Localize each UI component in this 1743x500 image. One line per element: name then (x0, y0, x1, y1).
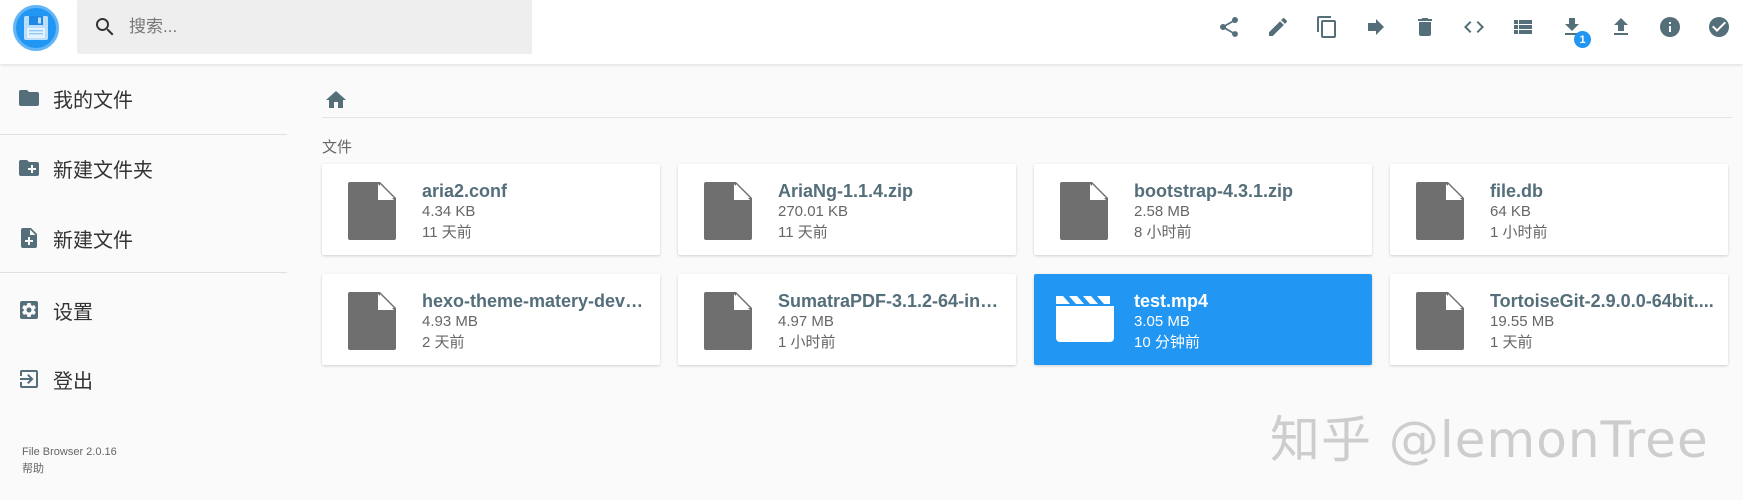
share-button[interactable] (1204, 0, 1253, 54)
file-size: 270.01 KB (778, 203, 849, 220)
settings-icon (17, 298, 41, 322)
file-name: test.mp4 (1134, 291, 1209, 311)
file-name: file.db (1490, 181, 1543, 201)
file-name: bootstrap-4.3.1.zip (1134, 181, 1294, 201)
file-item[interactable]: file.db 64 KB 1 小时前 (1390, 164, 1728, 255)
toolbar-actions: 1 (1204, 0, 1743, 54)
sidebar-divider (0, 134, 287, 135)
file-icon (342, 180, 404, 242)
delete-icon (1417, 18, 1432, 36)
copy-button[interactable] (1302, 0, 1351, 54)
download-button[interactable]: 1 (1547, 0, 1596, 54)
file-item[interactable]: test.mp4 3.05 MB 10 分钟前 (1034, 274, 1372, 365)
floppy-disk-icon (24, 16, 48, 40)
upload-button[interactable] (1596, 0, 1645, 54)
file-item[interactable]: TortoiseGit-2.9.0.0-64bit.... 19.55 MB 1 天… (1390, 274, 1728, 365)
file-modified-time: 1 小时前 (1490, 224, 1548, 241)
file-size: 4.93 MB (422, 313, 478, 330)
watermark-text: 知乎 @lemonTree (1270, 411, 1709, 469)
file-icon (698, 180, 760, 242)
version-text: File Browser 2.0.16 (22, 446, 117, 458)
delete-button[interactable] (1400, 0, 1449, 54)
file-modified-time: 11 天前 (422, 224, 472, 241)
view-mode-button[interactable] (1498, 0, 1547, 54)
info-icon (1659, 17, 1680, 37)
share-icon (1219, 17, 1238, 37)
file-icon (342, 290, 404, 352)
file-size: 2.58 MB (1134, 203, 1190, 220)
file-name: SumatraPDF-3.1.2-64-inst... (778, 291, 1008, 311)
move-icon (1367, 19, 1384, 35)
search-bar[interactable] (77, 0, 532, 54)
note-add-icon (17, 226, 41, 250)
file-size: 4.34 KB (422, 203, 476, 220)
file-modified-time: 10 分钟前 (1134, 334, 1200, 351)
file-browser-logo[interactable] (13, 5, 59, 51)
sidebar-item-logout[interactable]: 登出 (0, 349, 287, 409)
file-item[interactable]: aria2.conf 4.34 KB 11 天前 (322, 164, 660, 255)
file-modified-time: 1 小时前 (778, 334, 836, 351)
file-size: 3.05 MB (1134, 313, 1190, 330)
file-icon (1054, 180, 1116, 242)
move-button[interactable] (1351, 0, 1400, 54)
sidebar: 我的文件 新建文件夹 新建文件 设置 登出 File Browser 2.0.1… (0, 64, 287, 500)
file-size: 64 KB (1490, 203, 1531, 220)
files-section-title: 文件 (322, 139, 353, 156)
view-list-icon (1513, 20, 1532, 34)
file-icon (698, 290, 760, 352)
edit-icon (1268, 17, 1287, 36)
rename-button[interactable] (1253, 0, 1302, 54)
file-modified-time: 2 天前 (422, 334, 465, 351)
file-icon (1410, 180, 1472, 242)
sidebar-item-new-file[interactable]: 新建文件 (0, 208, 287, 268)
file-item[interactable]: SumatraPDF-3.1.2-64-inst... 4.97 MB 1 小时前 (678, 274, 1016, 365)
sidebar-item-new-folder[interactable]: 新建文件夹 (0, 138, 287, 198)
file-modified-time: 1 天前 (1490, 334, 1533, 351)
folder-icon (17, 86, 41, 110)
copy-icon (1316, 16, 1336, 38)
logout-icon (17, 367, 41, 391)
file-name: aria2.conf (422, 181, 508, 201)
file-size: 4.97 MB (778, 313, 834, 330)
file-name: AriaNg-1.1.4.zip (778, 181, 914, 201)
sidebar-item-label: 登出 (53, 370, 93, 393)
file-item[interactable]: bootstrap-4.3.1.zip 2.58 MB 8 小时前 (1034, 164, 1372, 255)
code-icon (1463, 21, 1484, 33)
sidebar-divider (0, 272, 287, 273)
search-icon (96, 18, 114, 36)
download-count-badge: 1 (1574, 31, 1591, 48)
check-circle-icon (1708, 17, 1729, 37)
sidebar-item-label: 我的文件 (53, 89, 133, 112)
video-file-icon (1054, 290, 1116, 352)
help-link[interactable]: 帮助 (22, 460, 44, 476)
file-modified-time: 11 天前 (778, 224, 828, 241)
file-item[interactable]: hexo-theme-matery-devel... 4.93 MB 2 天前 (322, 274, 660, 365)
home-icon[interactable] (324, 88, 348, 112)
top-bar: 1 (0, 0, 1743, 64)
toggle-code-button[interactable] (1449, 0, 1498, 54)
file-icon (1410, 290, 1472, 352)
sidebar-item-label: 新建文件夹 (53, 159, 153, 182)
breadcrumb (322, 76, 1732, 118)
info-button[interactable] (1645, 0, 1694, 54)
file-name: hexo-theme-matery-devel... (422, 291, 652, 311)
create-folder-icon (17, 156, 41, 180)
select-multiple-button[interactable] (1694, 0, 1743, 54)
sidebar-item-label: 设置 (53, 301, 93, 324)
file-size: 19.55 MB (1490, 313, 1555, 330)
sidebar-item-settings[interactable]: 设置 (0, 280, 287, 340)
file-item[interactable]: AriaNg-1.1.4.zip 270.01 KB 11 天前 (678, 164, 1016, 255)
sidebar-item-label: 新建文件 (53, 229, 133, 252)
sidebar-item-my-files[interactable]: 我的文件 (0, 68, 287, 128)
search-input[interactable] (129, 17, 509, 37)
file-name: TortoiseGit-2.9.0.0-64bit.... (1490, 291, 1714, 311)
file-modified-time: 8 小时前 (1134, 224, 1192, 241)
upload-icon (1613, 18, 1628, 35)
